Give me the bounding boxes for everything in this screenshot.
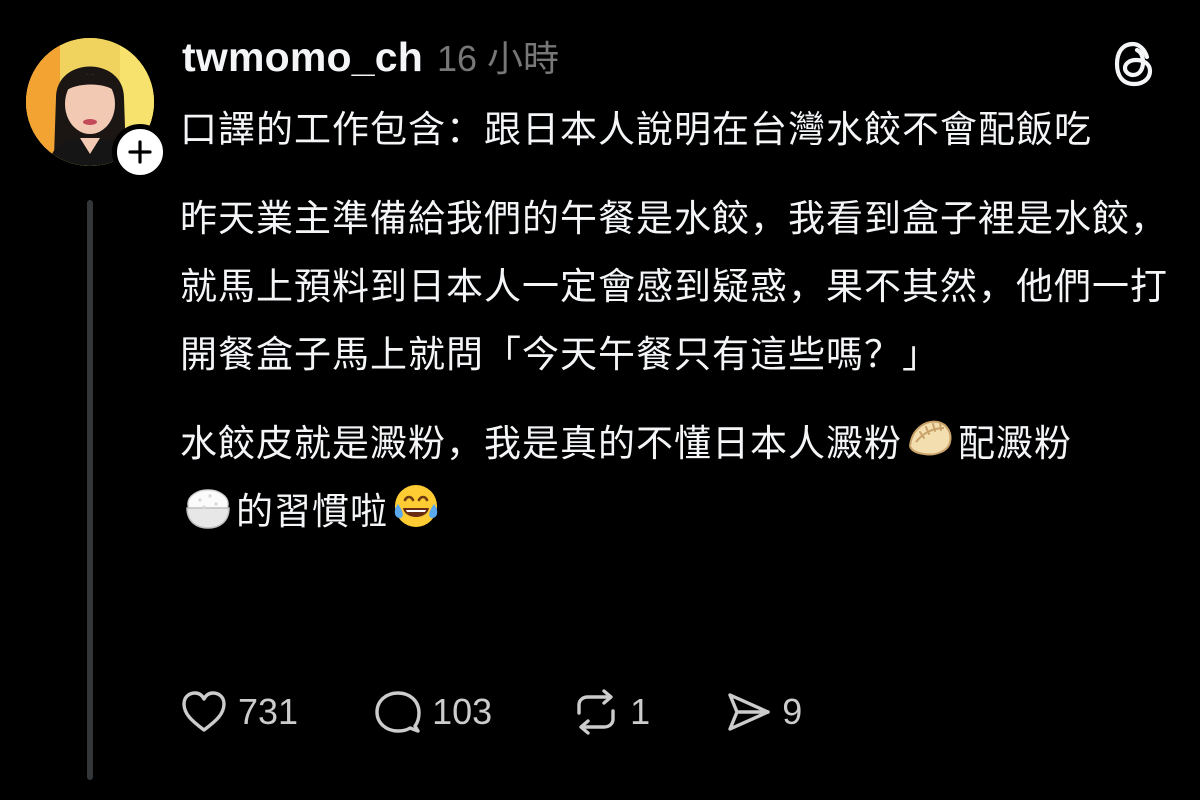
paragraph-text: 的習慣啦 [236,490,388,533]
share-count: 9 [782,691,803,732]
heart-icon [182,691,226,732]
paragraph-text: 水餃皮就是澱粉，我是真的不懂日本人澱粉 [180,422,902,465]
post-body: 口譯的工作包含：跟日本人說明在台灣水餃不會配飯吃 昨天業主準備給我們的午餐是水餃… [180,96,1170,567]
like-button[interactable]: 731 [178,686,298,738]
reply-button[interactable]: 103 [372,686,492,738]
post-paragraph: 水餃皮就是澱粉，我是真的不懂日本人澱粉 配澱粉 的習慣啦 [180,410,1170,546]
dumpling-emoji [904,412,956,464]
comment-icon [375,691,421,733]
repost-count: 1 [630,691,651,732]
reply-count: 103 [432,691,493,732]
rice-bowl-emoji [182,480,234,532]
threads-logo-icon[interactable] [1108,38,1160,90]
send-icon [728,693,770,731]
plus-icon [128,140,152,164]
like-count: 731 [238,691,299,732]
post-header: twmomo_ch 16 小時 [182,30,559,86]
thread-line [87,200,93,780]
post-paragraph: 口譯的工作包含：跟日本人說明在台灣水餃不會配飯吃 [180,108,1092,151]
post-timestamp: 16 小時 [437,38,560,79]
paragraph-text: 配澱粉 [958,422,1072,465]
tears-of-joy-emoji [390,480,442,532]
username-link[interactable]: twmomo_ch [182,34,423,81]
share-button[interactable]: 9 [722,686,802,738]
repost-button[interactable]: 1 [570,686,650,738]
threads-post: twmomo_ch 16 小時 口譯的工作包含：跟日本人說明在台灣水餃不會配飯吃… [0,0,1200,800]
follow-button[interactable] [112,124,168,180]
post-actions: 731 103 1 9 [178,686,802,738]
repost-icon [577,689,615,735]
post-paragraph: 昨天業主準備給我們的午餐是水餃，我看到盒子裡是水餃，就馬上預料到日本人一定會感到… [180,197,1168,376]
